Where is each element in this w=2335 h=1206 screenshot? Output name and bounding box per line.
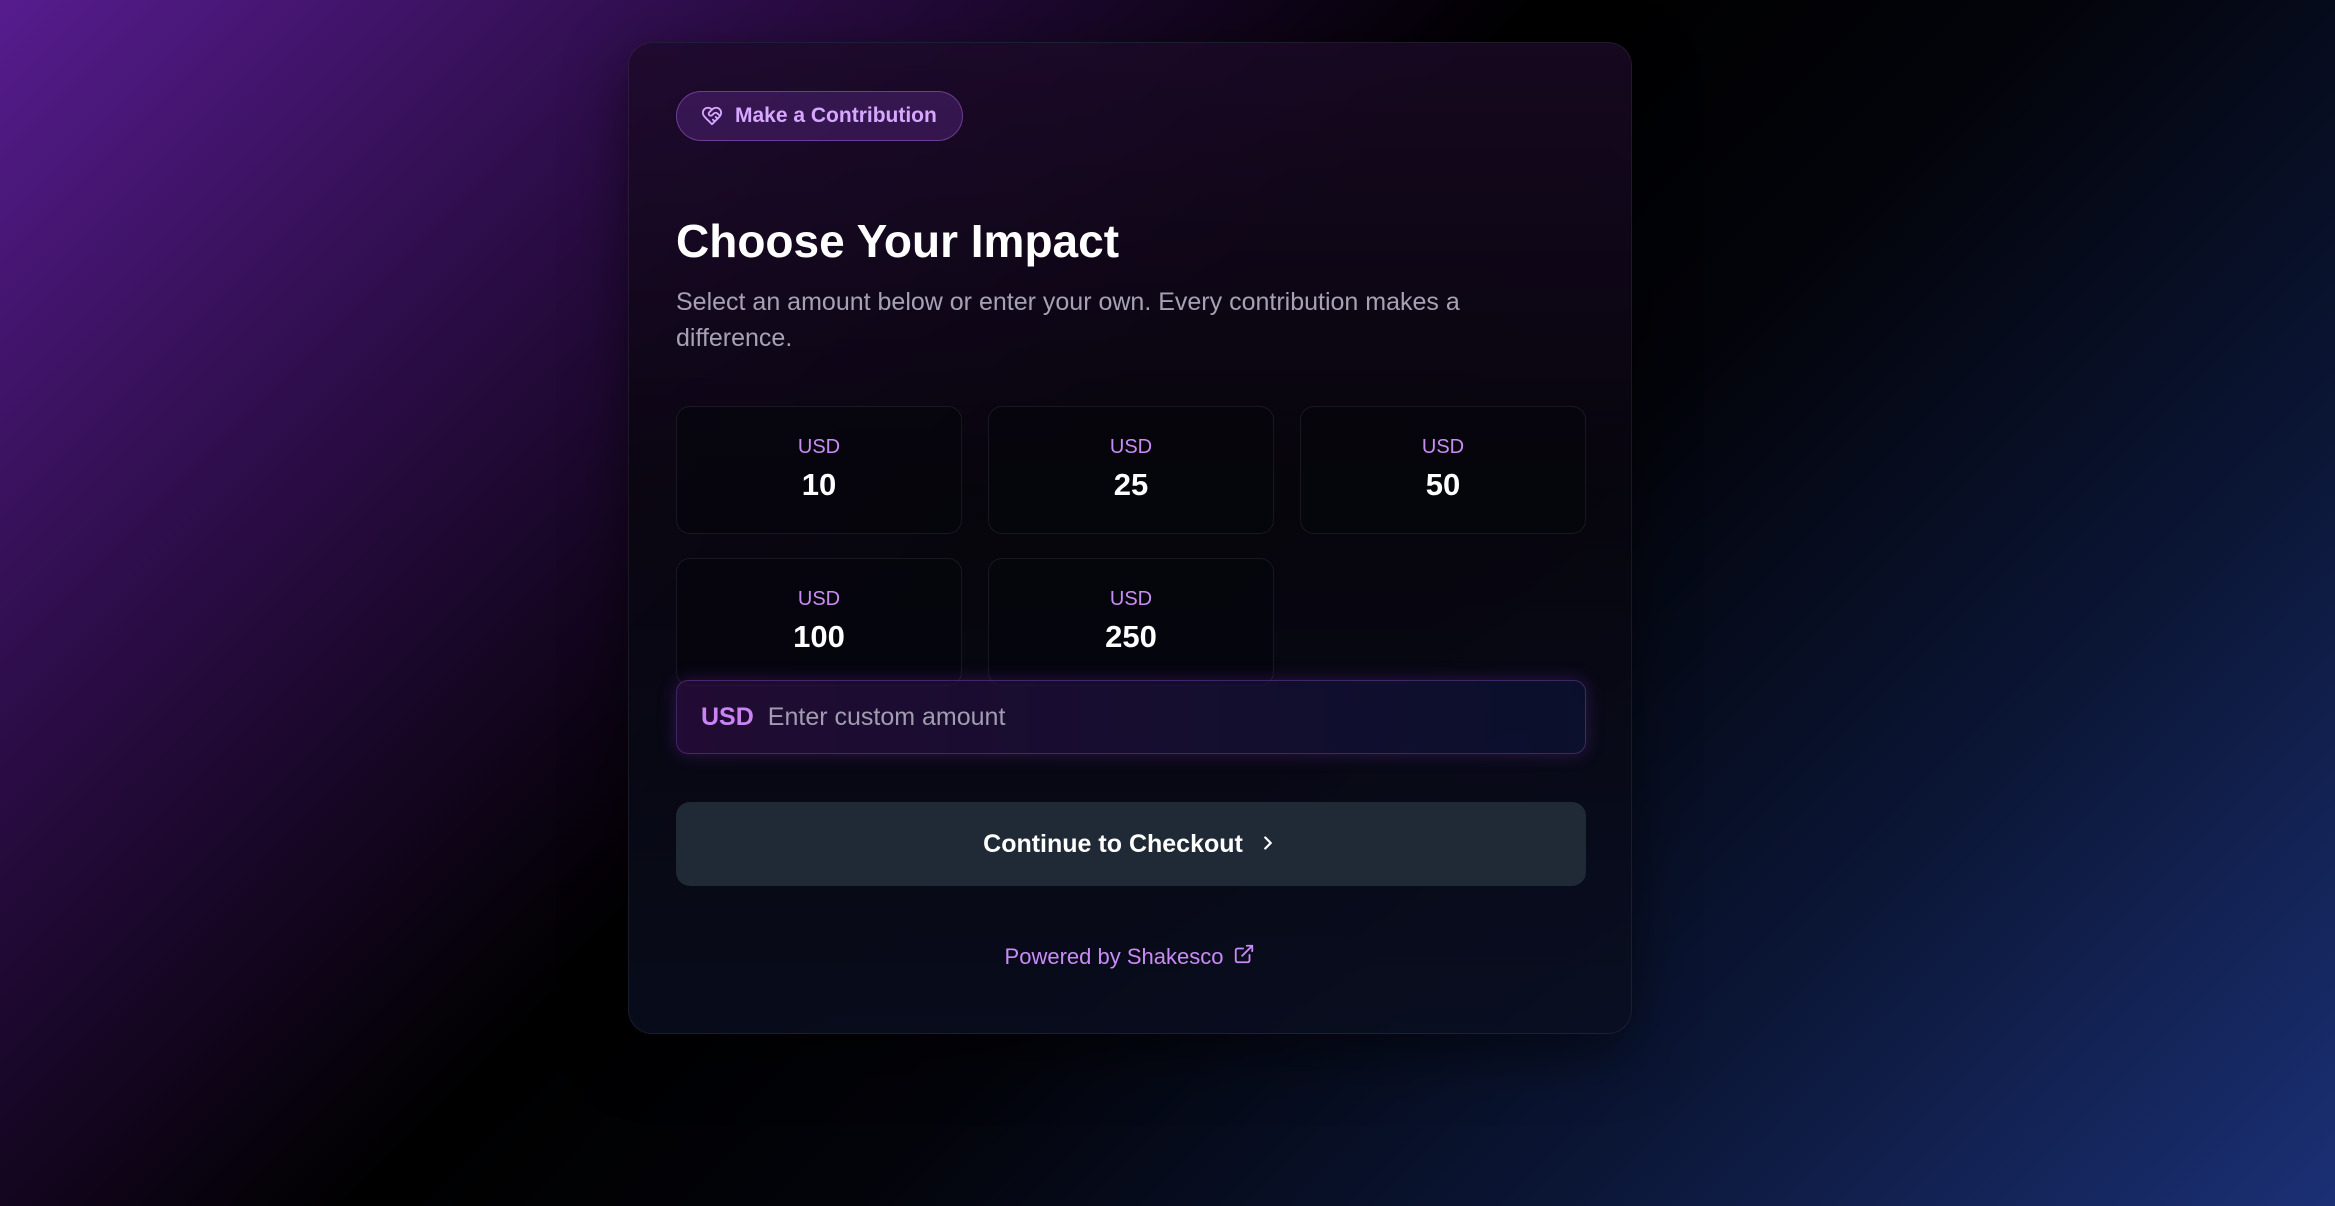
amount-currency: USD: [797, 588, 841, 610]
contribution-badge-label: Make a Contribution: [735, 104, 937, 127]
amount-value: 100: [793, 619, 845, 654]
page-title: Choose Your Impact: [676, 215, 1120, 267]
heart-handshake-icon: [701, 105, 723, 127]
continue-to-checkout-button[interactable]: Continue to Checkout: [676, 802, 1586, 886]
chevron-right-icon: [1257, 832, 1279, 857]
amount-option-100[interactable]: USD 100: [676, 558, 962, 686]
amount-option-25[interactable]: USD 25: [988, 406, 1274, 534]
page-subtitle: Select an amount below or enter your own…: [676, 288, 1460, 352]
amount-value: 250: [1105, 619, 1157, 654]
custom-amount-field: USD: [676, 680, 1586, 754]
amount-value: 50: [1425, 467, 1461, 502]
external-link-icon: [1233, 943, 1255, 971]
amount-option-10[interactable]: USD 10: [676, 406, 962, 534]
powered-by-label: Powered by Shakesco: [1004, 944, 1224, 969]
amount-value: 25: [1113, 467, 1149, 502]
contribution-card: Make a Contribution Choose Your Impact S…: [628, 42, 1632, 1034]
contribution-badge: Make a Contribution: [676, 91, 963, 141]
amount-option-50[interactable]: USD 50: [1300, 406, 1586, 534]
custom-amount-input[interactable]: [765, 701, 1561, 733]
amount-currency: USD: [797, 436, 841, 458]
amount-currency: USD: [1109, 436, 1153, 458]
amount-currency: USD: [1109, 588, 1153, 610]
amount-option-250[interactable]: USD 250: [988, 558, 1274, 686]
powered-by-link[interactable]: Powered by Shakesco: [1005, 943, 1256, 971]
amount-currency: USD: [1421, 436, 1465, 458]
amount-value: 10: [801, 467, 837, 502]
checkout-button-label: Continue to Checkout: [983, 829, 1243, 858]
custom-amount-currency: USD: [701, 702, 754, 731]
footer: Powered by Shakesco: [629, 943, 1631, 971]
